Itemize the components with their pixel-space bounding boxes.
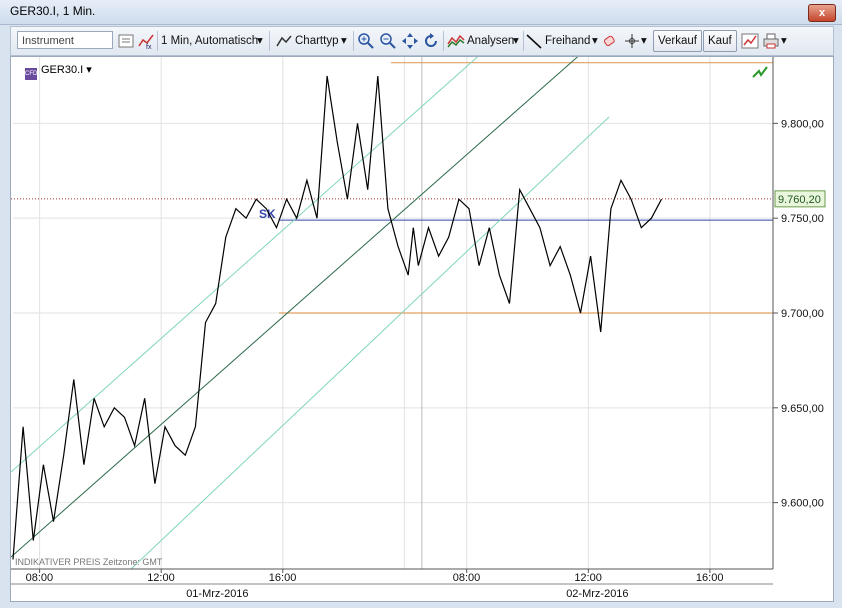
y-tick-label: 9.600,00 — [781, 498, 824, 510]
y-tick-label: 9.800,00 — [781, 118, 824, 130]
x-tick-label: 12:00 — [147, 572, 175, 584]
date-label: 02-Mrz-2016 — [566, 588, 628, 600]
chart-window-icon[interactable] — [741, 32, 759, 50]
toolbar-separator — [443, 31, 444, 51]
chart-type-icon[interactable] — [275, 32, 293, 50]
zoom-out-icon[interactable] — [379, 32, 397, 50]
freehand-dropdown[interactable]: Freihand — [545, 27, 590, 55]
price-series — [12, 75, 663, 560]
buy-button[interactable]: Kauf — [703, 30, 737, 52]
instrument-list-icon[interactable] — [117, 32, 135, 50]
toolbar-separator — [353, 31, 354, 51]
instrument-input[interactable]: Instrument — [17, 31, 113, 49]
x-tick-label: 16:00 — [696, 572, 724, 584]
x-tick-label: 16:00 — [269, 572, 297, 584]
pan-icon[interactable] — [401, 32, 419, 50]
y-tick-label: 9.650,00 — [781, 403, 824, 415]
current-price-label: 9.760,20 — [778, 194, 821, 206]
chart-type-chevron-down-icon[interactable]: ▾ — [341, 27, 347, 55]
sk-label: SK — [259, 207, 276, 221]
zoom-in-icon[interactable] — [357, 32, 375, 50]
indicator-icon[interactable]: fx — [137, 32, 155, 50]
chart-grid — [13, 57, 773, 599]
trend-up-icon — [752, 66, 768, 78]
toolbar-separator — [523, 31, 524, 51]
timeframe-chevron-down-icon[interactable]: ▾ — [257, 27, 263, 55]
crosshair-chevron-down-icon[interactable]: ▾ — [641, 27, 647, 55]
svg-text:fx: fx — [146, 44, 152, 50]
channel-upper-line[interactable] — [11, 57, 483, 473]
freehand-line-icon[interactable] — [525, 32, 543, 50]
footer-note: INDIKATIVER PREIS Zeitzone: GMT — [15, 557, 163, 567]
crosshair-icon[interactable] — [623, 32, 641, 50]
window-titlebar: GER30.I, 1 Min. x — [0, 0, 842, 25]
instrument-name: GER30.I — [41, 64, 84, 76]
sell-button[interactable]: Verkauf — [653, 30, 702, 52]
price-chart[interactable]: SK 9.800,00 9.750,00 9.700,00 9.650,00 9.600… — [11, 57, 833, 601]
freehand-chevron-down-icon[interactable]: ▾ — [592, 27, 598, 55]
date-label: 01-Mrz-2016 — [186, 588, 248, 600]
cfd-badge-icon: CFD — [25, 68, 37, 80]
window-title: GER30.I, 1 Min. — [10, 4, 96, 18]
trend-line[interactable] — [11, 57, 583, 558]
print-chevron-down-icon[interactable]: ▾ — [781, 27, 787, 55]
chart-type-dropdown[interactable]: Charttyp — [295, 27, 338, 55]
analyses-icon[interactable] — [447, 32, 465, 50]
refresh-icon[interactable] — [422, 32, 440, 50]
chart-toolbar: Instrument fx 1 Min, Automatisch ▾ Chart… — [10, 26, 834, 56]
close-button[interactable]: x — [808, 4, 836, 22]
y-tick-label: 9.700,00 — [781, 308, 824, 320]
eraser-icon[interactable] — [601, 32, 619, 50]
analyses-dropdown[interactable]: Analysen — [467, 27, 514, 55]
x-tick-label: 08:00 — [26, 572, 54, 584]
x-tick-label: 08:00 — [453, 572, 481, 584]
x-tick-label: 12:00 — [574, 572, 602, 584]
timeframe-dropdown[interactable]: 1 Min, Automatisch — [161, 27, 258, 55]
instrument-selector[interactable]: CFD GER30.I ▾ — [25, 63, 92, 80]
y-tick-label: 9.750,00 — [781, 213, 824, 225]
channel-lower-line[interactable] — [130, 116, 610, 570]
instrument-chevron-down-icon[interactable]: ▾ — [86, 64, 92, 76]
toolbar-separator — [157, 31, 158, 51]
price-line — [12, 75, 663, 560]
analyses-chevron-down-icon[interactable]: ▾ — [513, 27, 519, 55]
print-icon[interactable] — [762, 32, 780, 50]
chart-area[interactable]: SK 9.800,00 9.750,00 9.700,00 9.650,00 9.600… — [10, 56, 834, 602]
toolbar-separator — [269, 31, 270, 51]
